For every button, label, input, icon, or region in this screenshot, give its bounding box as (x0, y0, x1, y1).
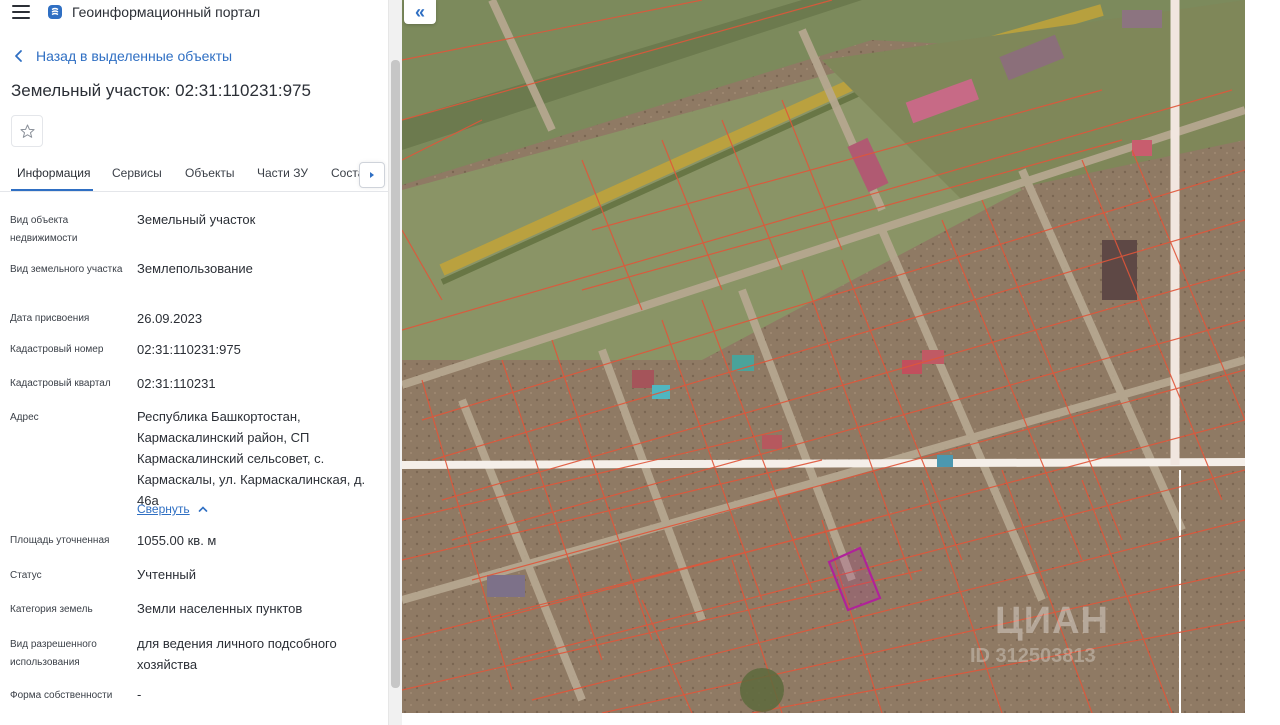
page-title: Земельный участок: 02:31:110231:975 (11, 81, 311, 100)
scrollbar-thumb[interactable] (391, 60, 400, 688)
detail-value: Земли населенных пунктов (137, 601, 303, 616)
detail-value[interactable]: 02:31:110231:975 (137, 339, 372, 360)
detail-value: Землепользование (137, 261, 253, 276)
chevron-up-icon (198, 506, 207, 512)
detail-key: Кадастровый номер (10, 344, 104, 355)
info-panel: Геоинформационный портал Назад в выделен… (0, 0, 402, 725)
tab-services[interactable]: Сервисы (112, 166, 162, 180)
detail-value: 26.09.2023 (137, 311, 203, 326)
detail-key: Вид объекта недвижимости (10, 215, 78, 244)
detail-value: 1055.00 кв. м (137, 533, 217, 548)
detail-value: - (137, 687, 142, 702)
detail-value: для ведения личного подсобного хозяйства (137, 636, 337, 672)
app-title: Геоинформационный портал (72, 4, 261, 20)
right-margin (1245, 0, 1280, 725)
star-icon (19, 123, 35, 138)
detail-value[interactable]: 02:31:110231 (137, 373, 372, 394)
map-watermark-id: ID 312503813 (970, 645, 1096, 667)
chevron-left-icon (15, 50, 22, 62)
detail-value-address: Республика Башкортостан, Кармаскалинский… (137, 409, 366, 508)
detail-key: Категория земель (10, 604, 93, 615)
logo-icon (48, 5, 62, 19)
chevron-right-icon (370, 172, 374, 178)
detail-value: Учтенный (137, 567, 197, 582)
map-view[interactable]: ЦИАН ID 312503813 (402, 0, 1245, 713)
collapse-panel-button[interactable]: « (404, 0, 436, 24)
detail-value: Земельный участок (137, 212, 256, 227)
detail-key: Вид земельного участка (10, 264, 123, 275)
tabs-scroll-right-button[interactable] (359, 162, 385, 188)
detail-key: Форма собственности (10, 690, 113, 701)
map-watermark: ЦИАН (995, 600, 1109, 642)
satellite-map[interactable] (402, 0, 1245, 713)
top-bar: Геоинформационный портал (0, 0, 388, 26)
tab-bar: Информация Сервисы Объекты Части ЗУ Сост… (0, 155, 388, 192)
double-chevron-left-icon: « (414, 2, 425, 22)
tab-parts[interactable]: Части ЗУ (257, 166, 308, 180)
tab-information[interactable]: Информация (17, 166, 90, 180)
collapse-address-button[interactable]: Свернуть (137, 502, 208, 516)
collapse-address-label: Свернуть (137, 502, 190, 516)
tab-objects[interactable]: Объекты (185, 166, 235, 180)
detail-key: Вид разрешенного использования (10, 639, 97, 668)
detail-key: Дата присвоения (10, 313, 90, 324)
detail-key: Площадь уточненная (10, 535, 110, 546)
detail-key: Кадастровый квартал (10, 378, 111, 389)
detail-key: Статус (10, 570, 42, 581)
panel-scrollbar[interactable] (388, 0, 402, 725)
back-link-label: Назад в выделенные объекты (36, 48, 233, 64)
back-to-selection-link[interactable]: Назад в выделенные объекты (12, 48, 232, 64)
favorite-button[interactable] (11, 115, 43, 147)
detail-key: Адрес (10, 412, 39, 423)
menu-icon[interactable] (12, 5, 30, 19)
active-tab-indicator (11, 189, 93, 191)
